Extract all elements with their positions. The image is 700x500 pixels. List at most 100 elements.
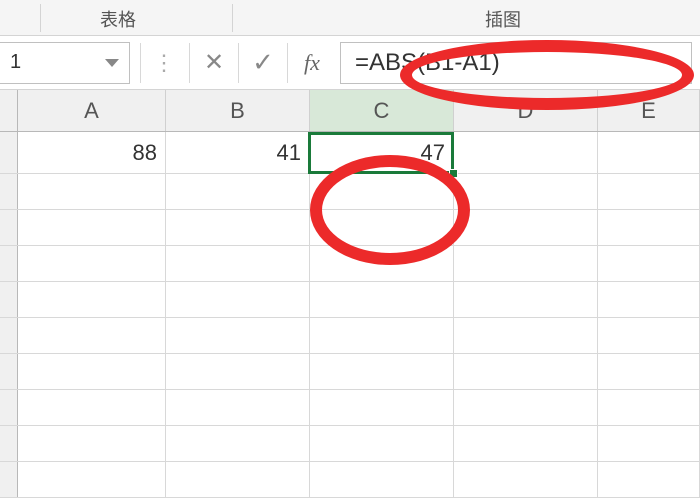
cell-C9[interactable] (310, 426, 454, 461)
ribbon-group-tables[interactable]: 表格 (100, 6, 136, 32)
cell-A1[interactable]: 88 (18, 132, 166, 173)
cell-D7[interactable] (454, 354, 598, 389)
cell-B3[interactable] (166, 210, 310, 245)
name-box-value: 1 (10, 51, 21, 74)
row-header-7[interactable] (0, 354, 18, 389)
column-header-B[interactable]: B (166, 90, 310, 131)
cell-D2[interactable] (454, 174, 598, 209)
cell-E1[interactable] (598, 132, 700, 173)
cell-value: 47 (421, 140, 445, 166)
column-header-E[interactable]: E (598, 90, 700, 131)
cell-D6[interactable] (454, 318, 598, 353)
cell-A3[interactable] (18, 210, 166, 245)
cell-E3[interactable] (598, 210, 700, 245)
cell-D8[interactable] (454, 390, 598, 425)
column-header-D[interactable]: D (454, 90, 598, 131)
cell-E9[interactable] (598, 426, 700, 461)
row-header-4[interactable] (0, 246, 18, 281)
row-5 (0, 282, 700, 318)
row-7 (0, 354, 700, 390)
cell-E8[interactable] (598, 390, 700, 425)
cell-D1[interactable] (454, 132, 598, 173)
divider (287, 43, 288, 83)
grid-rows: 88 41 47 (0, 132, 700, 498)
divider (238, 43, 239, 83)
name-box[interactable]: 1 (0, 42, 130, 84)
cell-C6[interactable] (310, 318, 454, 353)
spreadsheet-grid: A B C D E 88 41 47 (0, 90, 700, 498)
chevron-down-icon[interactable] (105, 59, 119, 67)
cell-C10[interactable] (310, 462, 454, 497)
row-header-6[interactable] (0, 318, 18, 353)
ribbon-divider (232, 4, 233, 32)
cell-A9[interactable] (18, 426, 166, 461)
row-4 (0, 246, 700, 282)
row-header-5[interactable] (0, 282, 18, 317)
ribbon-divider (40, 4, 41, 32)
cell-A7[interactable] (18, 354, 166, 389)
cell-B7[interactable] (166, 354, 310, 389)
cell-D9[interactable] (454, 426, 598, 461)
formula-text: =ABS(B1-A1) (355, 49, 500, 77)
row-9 (0, 426, 700, 462)
formula-bar-row: 1 ⋮ ✕ ✓ fx =ABS(B1-A1) (0, 36, 700, 90)
cell-A5[interactable] (18, 282, 166, 317)
cancel-icon[interactable]: ✕ (192, 42, 236, 84)
fx-icon: fx (304, 50, 320, 76)
cell-B10[interactable] (166, 462, 310, 497)
cell-C4[interactable] (310, 246, 454, 281)
cell-C7[interactable] (310, 354, 454, 389)
cell-D3[interactable] (454, 210, 598, 245)
cell-A8[interactable] (18, 390, 166, 425)
row-2 (0, 174, 700, 210)
cell-E7[interactable] (598, 354, 700, 389)
cell-E6[interactable] (598, 318, 700, 353)
cell-B4[interactable] (166, 246, 310, 281)
formula-controls: ⋮ ✕ ✓ fx (138, 42, 334, 84)
column-header-A[interactable]: A (18, 90, 166, 131)
cell-A2[interactable] (18, 174, 166, 209)
row-header-3[interactable] (0, 210, 18, 245)
cell-C1[interactable]: 47 (310, 132, 454, 173)
select-all-corner[interactable] (0, 90, 18, 131)
ribbon-bar: 表格 插图 (0, 0, 700, 36)
cell-C2[interactable] (310, 174, 454, 209)
cell-A6[interactable] (18, 318, 166, 353)
cell-B8[interactable] (166, 390, 310, 425)
divider (140, 43, 141, 83)
cell-B2[interactable] (166, 174, 310, 209)
cell-D5[interactable] (454, 282, 598, 317)
cell-C3[interactable] (310, 210, 454, 245)
cell-C5[interactable] (310, 282, 454, 317)
column-header-C[interactable]: C (310, 90, 454, 131)
cell-A4[interactable] (18, 246, 166, 281)
cell-B5[interactable] (166, 282, 310, 317)
fill-handle[interactable] (449, 169, 458, 178)
cell-D10[interactable] (454, 462, 598, 497)
formula-input[interactable]: =ABS(B1-A1) (340, 42, 692, 84)
row-3 (0, 210, 700, 246)
cell-A10[interactable] (18, 462, 166, 497)
cell-B6[interactable] (166, 318, 310, 353)
enter-icon[interactable]: ✓ (241, 42, 285, 84)
cell-E2[interactable] (598, 174, 700, 209)
cell-D4[interactable] (454, 246, 598, 281)
row-header-10[interactable] (0, 462, 18, 497)
row-header-2[interactable] (0, 174, 18, 209)
row-header-1[interactable] (0, 132, 18, 173)
cell-value: 88 (133, 140, 157, 166)
cell-B9[interactable] (166, 426, 310, 461)
row-10 (0, 462, 700, 498)
cell-E10[interactable] (598, 462, 700, 497)
cell-B1[interactable]: 41 (166, 132, 310, 173)
cell-E5[interactable] (598, 282, 700, 317)
row-header-8[interactable] (0, 390, 18, 425)
column-headers: A B C D E (0, 90, 700, 132)
row-header-9[interactable] (0, 426, 18, 461)
cell-E4[interactable] (598, 246, 700, 281)
cell-C8[interactable] (310, 390, 454, 425)
cell-value: 41 (277, 140, 301, 166)
ribbon-group-illustrations[interactable]: 插图 (485, 6, 521, 32)
insert-function-button[interactable]: fx (290, 42, 334, 84)
more-icon[interactable]: ⋮ (143, 42, 187, 84)
